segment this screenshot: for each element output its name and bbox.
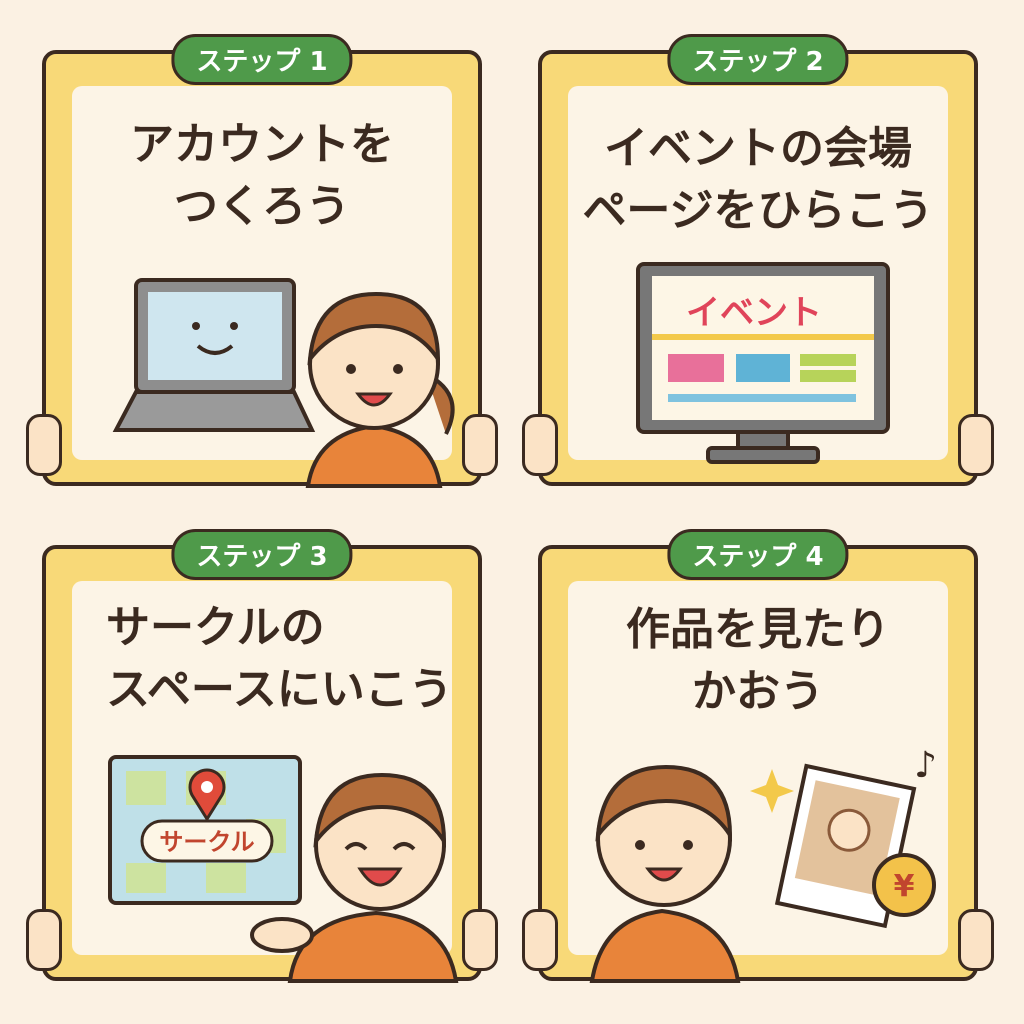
map-and-girl-illustration: サークル xyxy=(108,755,459,983)
sparkle-icon xyxy=(750,769,794,813)
step-1-panel: ステップ 1 アカウントを つくろう xyxy=(26,34,498,488)
step-4-panel: ステップ 4 作品を見たり かおう ¥ ♪ xyxy=(522,529,994,983)
right-hand-icon xyxy=(462,909,498,971)
step-3-panel: ステップ 3 サークルの スペースにいこう サークル xyxy=(26,529,498,983)
laptop-and-girl-illustration xyxy=(112,278,455,488)
step-2-panel: ステップ 2 イベントの会場 ページをひらこう イベント xyxy=(522,34,994,486)
map-icon: サークル xyxy=(108,755,302,905)
girl-and-artwork-illustration: ¥ ♪ xyxy=(589,745,937,983)
right-hand-icon xyxy=(958,414,994,476)
music-note-icon: ♪ xyxy=(914,745,937,786)
map-label: サークル xyxy=(159,828,254,856)
right-hand-icon xyxy=(462,414,498,476)
laptop-icon xyxy=(112,278,316,432)
left-hand-icon xyxy=(26,414,62,476)
coin-symbol: ¥ xyxy=(894,869,915,904)
left-hand-icon xyxy=(26,909,62,971)
left-hand-icon xyxy=(522,414,558,476)
screen-event-text: イベント xyxy=(686,293,822,333)
yen-coin-icon: ¥ xyxy=(872,853,936,917)
girl-icon xyxy=(305,291,455,488)
monitor-illustration: イベント xyxy=(636,262,890,464)
girl-icon xyxy=(589,764,741,983)
right-hand-icon xyxy=(958,909,994,971)
left-hand-icon xyxy=(522,909,558,971)
